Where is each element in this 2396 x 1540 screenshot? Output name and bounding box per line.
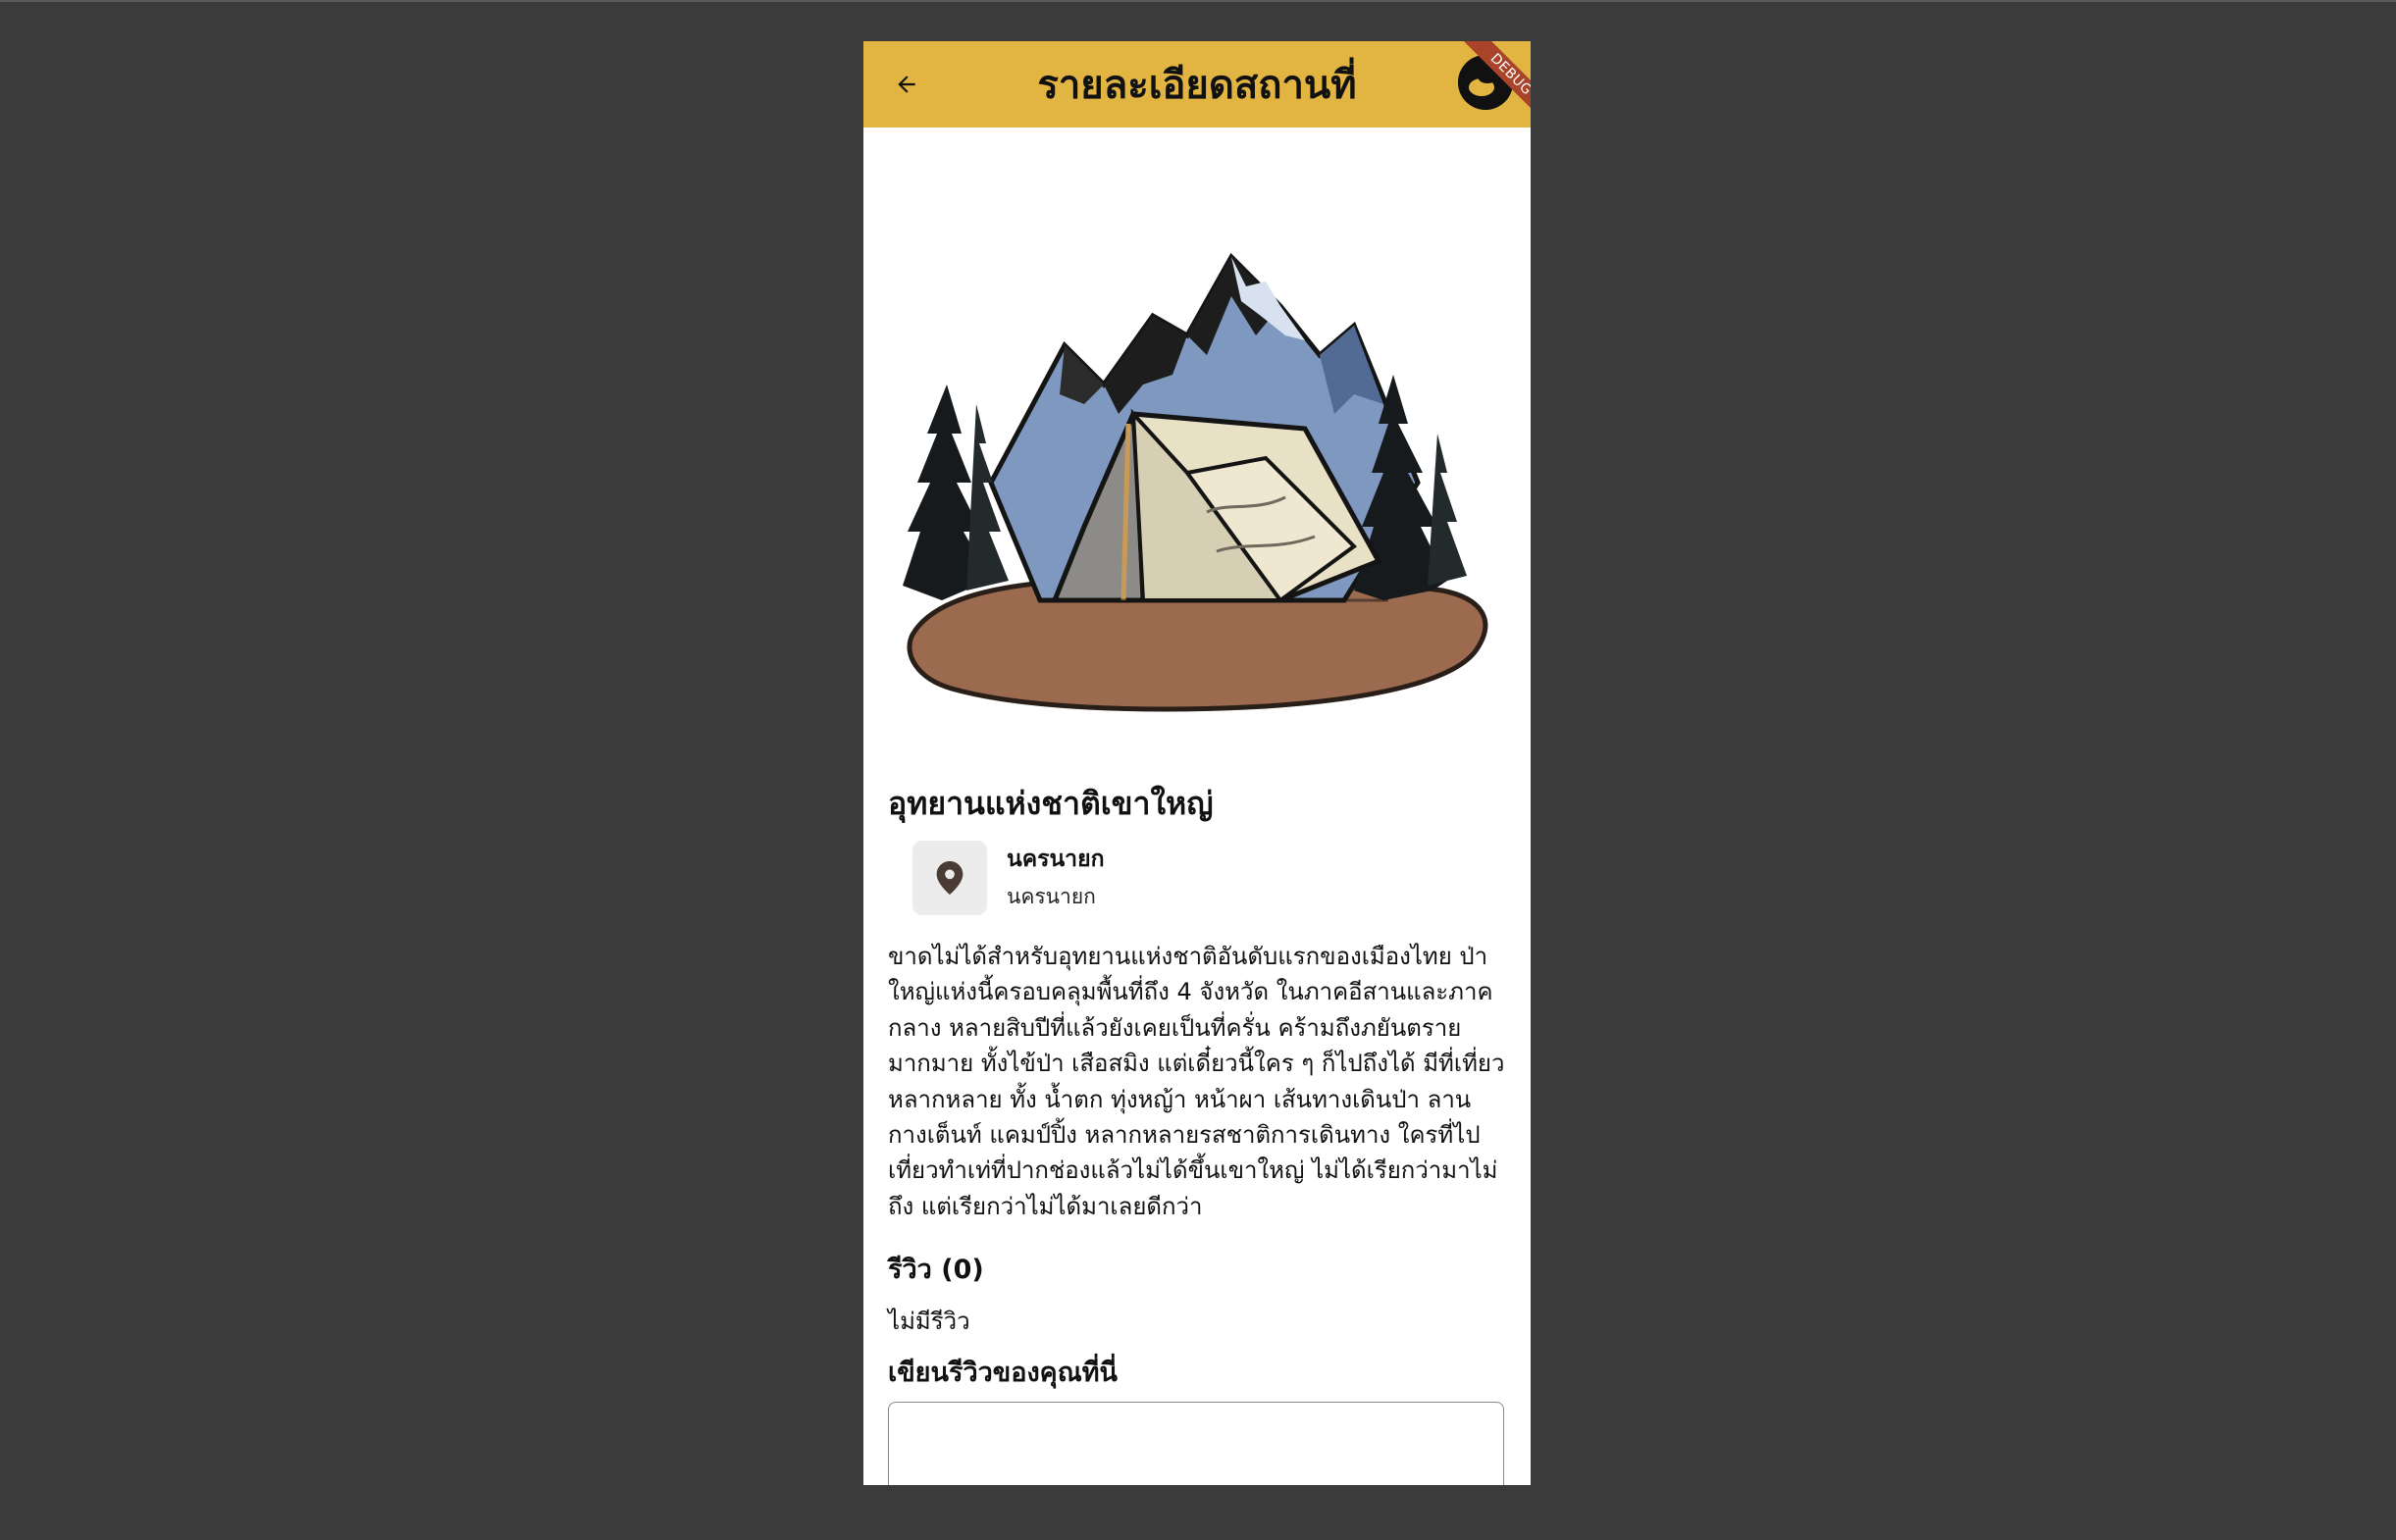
page-title: รายละเอียดสถานที่ [1037, 63, 1357, 108]
arrow-left-icon [898, 76, 915, 93]
no-reviews-text: ไม่มีรีวิว [888, 1308, 970, 1335]
map-pin-icon [936, 861, 964, 895]
place-description: ขาดไม่ได้สำหรับอุทยานแห่งชาติอันดับแรกขอ… [888, 943, 1505, 1220]
location-name: นครนายก [1007, 847, 1105, 872]
profile-avatar[interactable] [1458, 55, 1513, 110]
window-top-edge [0, 0, 2396, 2]
review-input[interactable] [888, 1402, 1504, 1485]
write-review-heading: เขียนรีวิวของคุณที่นี่ [888, 1358, 1119, 1388]
location-icon-tile [912, 841, 987, 915]
app-bar: รายละเอียดสถานที่ DEBUG [863, 41, 1531, 128]
back-button[interactable] [885, 63, 928, 106]
app-screen: รายละเอียดสถานที่ DEBUG อุทยานแห่งชาติเข… [863, 41, 1531, 1485]
reviews-heading: รีวิว (0) [888, 1255, 984, 1285]
user-avatar-icon [1458, 55, 1513, 110]
place-name: อุทยานแห่งชาติเขาใหญ่ [888, 785, 1214, 822]
location-subtitle: นครนายก [1007, 885, 1096, 908]
campsite-illustration [903, 252, 1488, 712]
